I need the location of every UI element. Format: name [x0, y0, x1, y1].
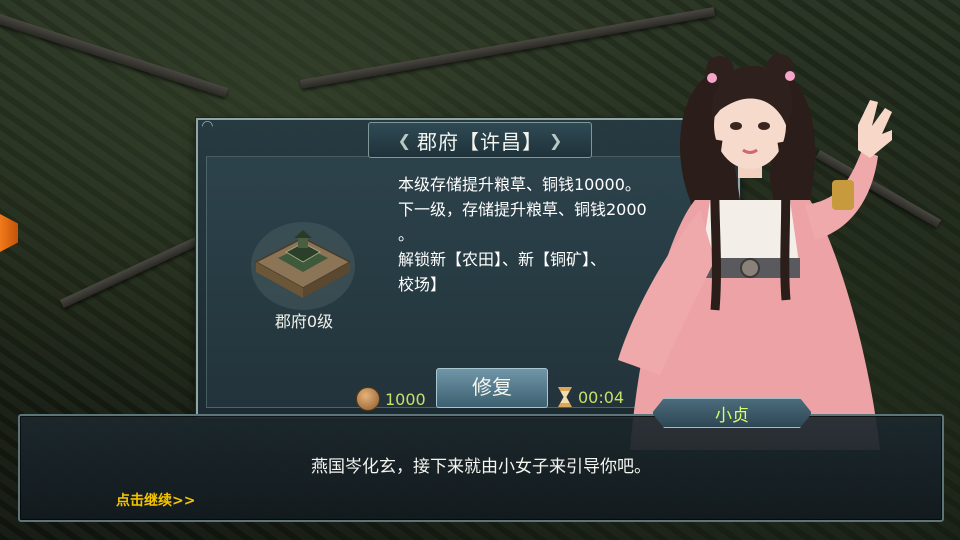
prefecture-building-icon: [251, 222, 355, 310]
panel-title-bar: ❮ 郡府【许昌】 ❯: [368, 122, 592, 158]
building-level-label: 郡府0级: [274, 312, 334, 331]
hourglass-icon: [558, 387, 572, 407]
repair-button[interactable]: 修复: [436, 368, 548, 408]
click-to-continue-link[interactable]: 点击继续>>: [116, 490, 195, 510]
title-right-ornament-icon: ❯: [549, 130, 563, 150]
cost-value: 1000: [385, 389, 426, 409]
panel-title: 郡府【许昌】: [417, 129, 543, 154]
corner-ornament-icon: ◜◝: [202, 118, 213, 134]
dialog-text: 燕国岑化玄，接下来就由小女子来引导你吧。: [311, 457, 651, 477]
guide-dialog-box[interactable]: 燕国岑化玄，接下来就由小女子来引导你吧。 点击继续>>: [18, 414, 944, 522]
speaker-name-tag: 小贞: [652, 398, 812, 428]
speaker-name: 小贞: [715, 405, 749, 426]
guide-character-portrait: [618, 54, 892, 450]
repair-cost: 1000: [356, 387, 426, 411]
title-left-ornament-icon: ❮: [397, 130, 411, 150]
coin-icon: [356, 387, 380, 411]
